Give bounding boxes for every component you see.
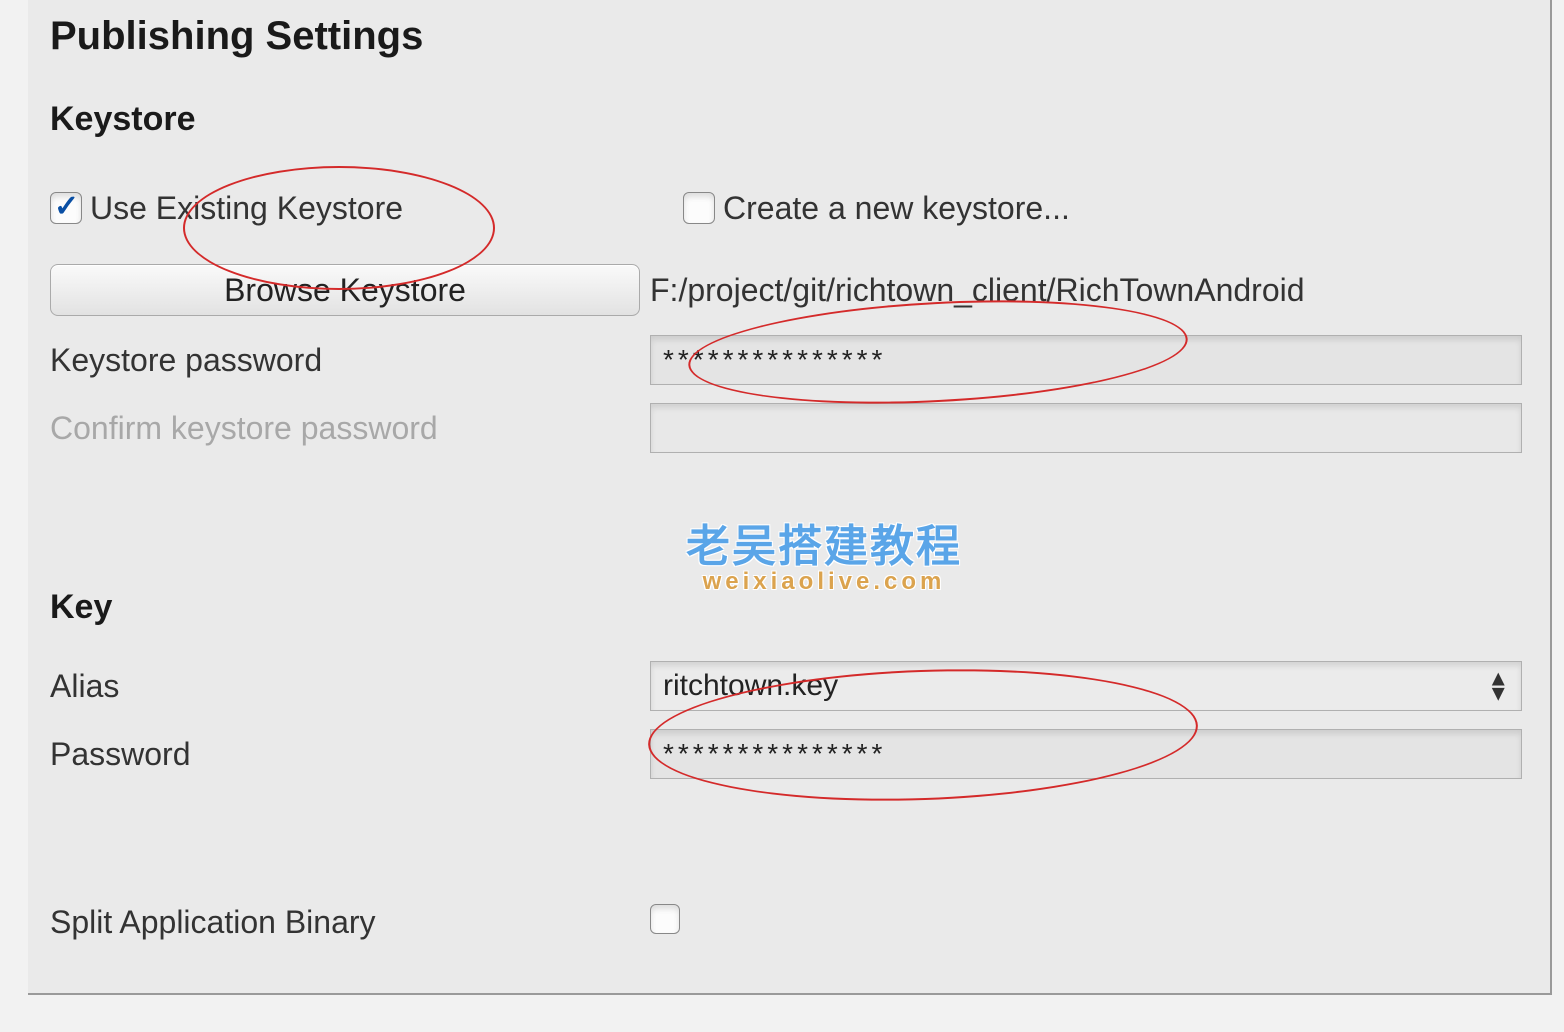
create-new-keystore-checkbox[interactable]	[683, 192, 715, 224]
browse-keystore-button[interactable]: Browse Keystore	[50, 264, 640, 316]
split-binary-label: Split Application Binary	[50, 904, 376, 940]
keystore-path: F:/project/git/richtown_client/RichTownA…	[650, 272, 1540, 309]
use-existing-keystore-label: Use Existing Keystore	[90, 190, 403, 227]
keystore-password-input[interactable]	[650, 335, 1522, 385]
section-heading-key: Key	[50, 588, 112, 627]
alias-dropdown[interactable]: ritchtown.key ▲▼	[650, 661, 1522, 711]
create-new-keystore-label: Create a new keystore...	[723, 190, 1070, 227]
watermark-line2: weixiaolive.com	[686, 568, 962, 596]
alias-value: ritchtown.key	[663, 669, 838, 703]
keystore-password-label: Keystore password	[50, 342, 322, 378]
panel-title: Publishing Settings	[50, 14, 423, 59]
key-password-input[interactable]	[650, 729, 1522, 779]
section-heading-keystore: Keystore	[50, 100, 196, 139]
chevron-updown-icon: ▲▼	[1487, 671, 1509, 702]
confirm-keystore-password-input[interactable]	[650, 403, 1522, 453]
alias-label: Alias	[50, 668, 119, 704]
split-binary-checkbox[interactable]	[650, 904, 680, 934]
watermark: 老吴搭建教程 weixiaolive.com	[686, 510, 962, 596]
use-existing-keystore-checkbox[interactable]	[50, 192, 82, 224]
publishing-settings-panel: Publishing Settings Keystore Use Existin…	[28, 0, 1552, 995]
watermark-line1: 老吴搭建教程	[686, 510, 962, 574]
confirm-keystore-password-label: Confirm keystore password	[50, 410, 438, 446]
key-password-label: Password	[50, 736, 191, 772]
